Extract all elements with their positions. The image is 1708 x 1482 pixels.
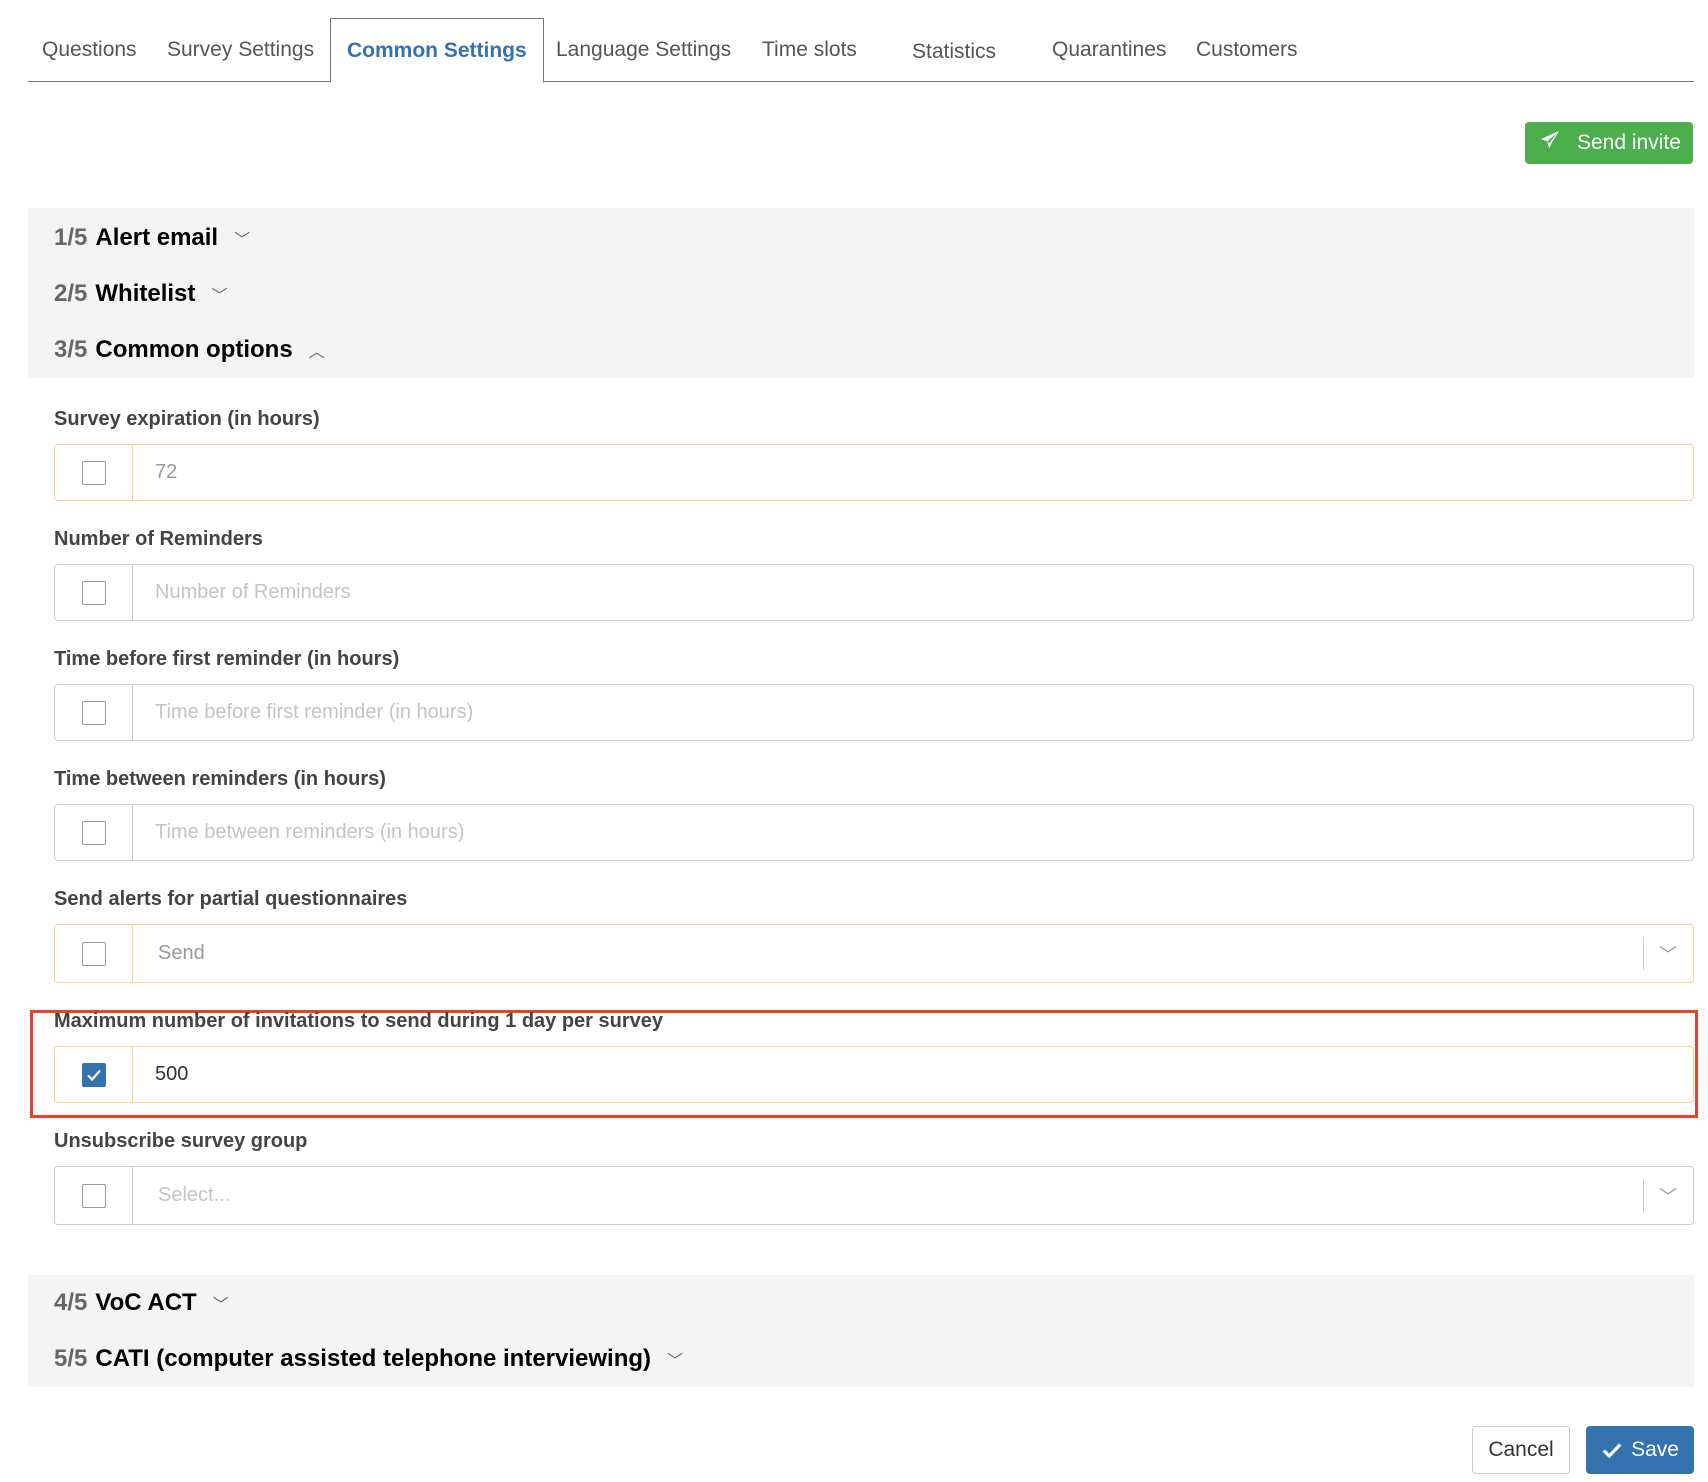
unsubscribe-survey-group-group: Select... ﹀ xyxy=(54,1166,1694,1225)
tab-language-settings[interactable]: Language Settings xyxy=(556,18,731,82)
section-common-options-header[interactable]: 3/5 Common options ︿ xyxy=(54,322,325,378)
chevron-down-icon: ﹀ xyxy=(211,288,228,305)
time-before-first-reminder-label: Time before first reminder (in hours) xyxy=(54,648,400,670)
time-before-first-reminder-group xyxy=(54,684,1694,741)
survey-expiration-group xyxy=(54,444,1694,501)
number-of-reminders-input[interactable] xyxy=(133,565,1693,620)
checkmark-icon xyxy=(1602,1443,1622,1459)
section-title: Common options xyxy=(95,336,293,363)
section-title: VoC ACT xyxy=(95,1289,197,1316)
cancel-button[interactable]: Cancel xyxy=(1472,1426,1570,1474)
tab-survey-settings[interactable]: Survey Settings xyxy=(167,18,314,82)
section-voc-act-header[interactable]: 4/5 VoC ACT ﹀ xyxy=(54,1275,229,1331)
unsubscribe-survey-group-label: Unsubscribe survey group xyxy=(54,1130,308,1152)
time-before-first-reminder-checkbox[interactable] xyxy=(81,700,106,725)
section-number: 5/5 xyxy=(54,1345,88,1372)
time-between-reminders-input[interactable] xyxy=(133,805,1693,860)
checkbox-addon xyxy=(55,925,133,982)
number-of-reminders-group xyxy=(54,564,1694,621)
tab-common-settings[interactable]: Common Settings xyxy=(330,18,544,83)
number-of-reminders-label: Number of Reminders xyxy=(54,528,263,550)
max-invitations-label: Maximum number of invitations to send du… xyxy=(54,1010,664,1032)
checkbox-addon xyxy=(55,1047,133,1102)
section-number: 2/5 xyxy=(54,280,88,307)
time-between-reminders-checkbox[interactable] xyxy=(81,820,106,845)
time-before-first-reminder-input[interactable] xyxy=(133,685,1693,740)
section-title: Alert email xyxy=(95,224,219,251)
time-between-reminders-label: Time between reminders (in hours) xyxy=(54,768,386,790)
accordion-bottom: 4/5 VoC ACT ﹀ 5/5 CATI (computer assiste… xyxy=(28,1275,1694,1387)
section-number: 3/5 xyxy=(54,336,88,363)
tab-questions[interactable]: Questions xyxy=(42,18,137,82)
send-invite-button[interactable]: Send invite xyxy=(1525,122,1693,164)
unsubscribe-survey-group-select[interactable]: Select... xyxy=(133,1167,1643,1224)
chevron-down-icon: ﹀ xyxy=(212,1297,229,1314)
paper-plane-icon xyxy=(1539,129,1561,157)
section-number: 1/5 xyxy=(54,224,88,251)
tab-statistics[interactable]: Statistics xyxy=(912,20,996,84)
survey-expiration-label: Survey expiration (in hours) xyxy=(54,408,320,430)
survey-expiration-input[interactable] xyxy=(133,445,1693,500)
chevron-down-icon[interactable]: ﹀ xyxy=(1643,925,1693,982)
tab-quarantines[interactable]: Quarantines xyxy=(1052,18,1166,82)
checkbox-addon xyxy=(55,805,133,860)
settings-page: Questions Survey Settings Common Setting… xyxy=(0,0,1708,1482)
checkbox-addon xyxy=(55,565,133,620)
chevron-down-icon: ﹀ xyxy=(667,1353,684,1370)
number-of-reminders-checkbox[interactable] xyxy=(81,580,106,605)
section-title: Whitelist xyxy=(95,280,196,307)
max-invitations-checkbox[interactable] xyxy=(81,1062,106,1087)
chevron-down-icon[interactable]: ﹀ xyxy=(1643,1167,1693,1224)
tab-time-slots[interactable]: Time slots xyxy=(762,18,857,82)
save-label: Save xyxy=(1631,1438,1679,1461)
checkmark-icon xyxy=(86,1069,101,1081)
max-invitations-group xyxy=(54,1046,1694,1103)
send-alerts-partial-label: Send alerts for partial questionnaires xyxy=(54,888,408,910)
tab-bar: Questions Survey Settings Common Setting… xyxy=(28,18,1694,84)
section-alert-email-header[interactable]: 1/5 Alert email ﹀ xyxy=(54,210,250,266)
section-cati-header[interactable]: 5/5 CATI (computer assisted telephone in… xyxy=(54,1331,683,1387)
survey-expiration-checkbox[interactable] xyxy=(81,460,106,485)
chevron-down-icon: ﹀ xyxy=(234,232,251,249)
section-whitelist-header[interactable]: 2/5 Whitelist ﹀ xyxy=(54,266,227,322)
send-alerts-partial-checkbox[interactable] xyxy=(81,941,106,966)
section-number: 4/5 xyxy=(54,1289,88,1316)
send-alerts-partial-select[interactable]: Send xyxy=(133,925,1643,982)
send-invite-label: Send invite xyxy=(1577,131,1681,154)
checkbox-addon xyxy=(55,445,133,500)
checkbox-addon xyxy=(55,1167,133,1224)
section-title: CATI (computer assisted telephone interv… xyxy=(95,1345,652,1372)
save-button[interactable]: Save xyxy=(1586,1426,1694,1474)
checkbox-addon xyxy=(55,685,133,740)
time-between-reminders-group xyxy=(54,804,1694,861)
chevron-up-icon: ︿ xyxy=(308,344,325,361)
tab-customers[interactable]: Customers xyxy=(1196,18,1298,82)
accordion-top: 1/5 Alert email ﹀ 2/5 Whitelist ﹀ 3/5 Co… xyxy=(28,208,1694,378)
send-alerts-partial-group: Send ﹀ xyxy=(54,924,1694,983)
max-invitations-input[interactable] xyxy=(133,1047,1693,1102)
unsubscribe-survey-group-checkbox[interactable] xyxy=(81,1183,106,1208)
